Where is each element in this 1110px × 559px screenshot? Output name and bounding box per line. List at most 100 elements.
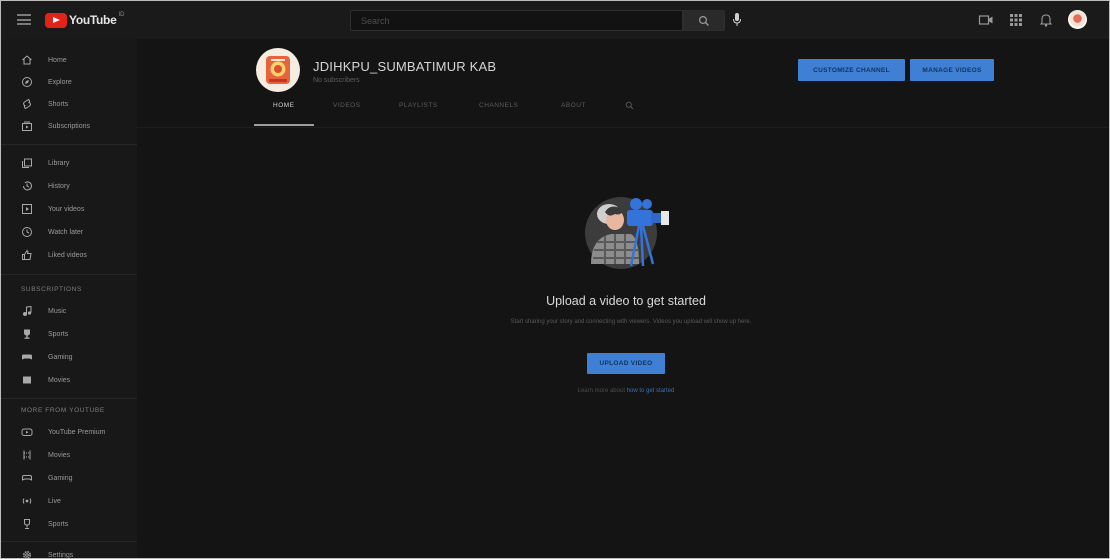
subscriber-count: No subscribers (313, 77, 360, 84)
sidebar-divider (1, 398, 137, 399)
sidebar-divider (1, 144, 137, 145)
sidebar-item-label: Library (48, 159, 70, 167)
tab-playlists[interactable]: PLAYLISTS (399, 102, 438, 109)
header-divider (137, 127, 1109, 128)
sidebar-item-more-movies[interactable]: Movies (1, 444, 137, 466)
sidebar-item-label: Music (48, 307, 67, 315)
sidebar-item-label: Settings (48, 551, 74, 559)
live-icon (22, 498, 32, 504)
youtube-play-icon (45, 12, 67, 28)
sidebar-item-more-sports[interactable]: Sports (1, 513, 137, 535)
sidebar-item-label: Subscriptions (48, 122, 91, 130)
movies-icon (23, 376, 31, 384)
sidebar-item-your-videos[interactable]: Your videos (1, 198, 137, 220)
sidebar-item-music[interactable]: Music (1, 300, 137, 322)
sidebar-item-label: Explore (48, 78, 72, 86)
sidebar-item-label: Home (48, 56, 67, 64)
music-icon (23, 305, 32, 316)
sidebar-item-subscriptions[interactable]: Subscriptions (1, 115, 137, 137)
subscriptions-icon (22, 121, 32, 131)
account-avatar[interactable] (1068, 10, 1087, 29)
subscriptions-heading: SUBSCRIPTIONS (21, 286, 82, 293)
search-button[interactable] (683, 10, 725, 31)
apps-grid-icon[interactable] (1008, 12, 1024, 28)
sidebar-item-settings[interactable]: Settings (1, 544, 137, 559)
sidebar-item-movies[interactable]: Movies (1, 369, 137, 391)
create-video-icon[interactable] (978, 12, 994, 28)
sidebar-item-label: Watch later (48, 228, 84, 236)
empty-state-description: Start sharing your story and connecting … (510, 319, 752, 325)
controller-icon (22, 475, 32, 481)
manage-videos-button[interactable]: MANAGE VIDEOS (910, 59, 994, 81)
learn-more-prefix: Learn more about (577, 388, 627, 394)
channel-avatar[interactable] (256, 48, 300, 92)
sidebar-item-label: Movies (48, 451, 71, 459)
home-icon (22, 55, 32, 65)
sports-icon (24, 329, 30, 339)
sidebar-item-live[interactable]: Live (1, 490, 137, 512)
sidebar-divider (1, 541, 137, 542)
menu-icon[interactable] (17, 14, 31, 25)
youtube-window: YouTube ID Search Home Explore Shorts Su… (0, 0, 1110, 559)
more-from-youtube-heading: MORE FROM YOUTUBE (21, 407, 105, 414)
history-icon (23, 181, 32, 191)
customize-channel-button[interactable]: CUSTOMIZE CHANNEL (798, 59, 905, 81)
channel-search-icon[interactable] (625, 101, 634, 110)
clock-icon (22, 227, 32, 237)
tab-about[interactable]: ABOUT (561, 102, 586, 109)
sidebar-item-liked-videos[interactable]: Liked videos (1, 244, 137, 266)
premium-icon (21, 428, 33, 436)
film-icon (23, 450, 31, 460)
sidebar-item-label: YouTube Premium (48, 428, 106, 436)
sidebar-item-label: Shorts (48, 100, 69, 108)
sidebar: Home Explore Shorts Subscriptions Librar… (1, 39, 137, 559)
sidebar-item-label: Sports (48, 330, 69, 338)
upload-video-button[interactable]: UPLOAD VIDEO (587, 353, 665, 374)
sidebar-item-label: Live (48, 497, 61, 505)
thumbs-up-icon (22, 249, 32, 260)
camera-operator-illustration (585, 197, 669, 269)
sidebar-item-shorts[interactable]: Shorts (1, 93, 137, 115)
logo-country-code: ID (118, 12, 125, 18)
sidebar-item-youtube-premium[interactable]: YouTube Premium (1, 421, 137, 443)
search-input[interactable] (350, 10, 683, 31)
sidebar-item-label: Gaming (48, 353, 73, 361)
sidebar-item-label: Movies (48, 376, 71, 384)
your-videos-icon (22, 204, 32, 214)
sidebar-item-label: History (48, 182, 70, 190)
sidebar-item-label: Liked videos (48, 251, 87, 259)
top-bar: YouTube ID (1, 1, 1109, 39)
trophy-icon (24, 519, 30, 529)
channel-logo-icon (266, 56, 290, 84)
sidebar-item-label: Your videos (48, 205, 85, 213)
sidebar-item-more-gaming[interactable]: Gaming (1, 467, 137, 489)
sidebar-item-explore[interactable]: Explore (1, 71, 137, 93)
library-icon (22, 158, 32, 168)
learn-more-text: Learn more about how to get started (521, 388, 731, 394)
sidebar-item-watch-later[interactable]: Watch later (1, 221, 137, 243)
sidebar-item-history[interactable]: History (1, 175, 137, 197)
youtube-logo[interactable]: YouTube ID (45, 12, 124, 28)
logo-text: YouTube (69, 13, 117, 27)
sidebar-item-label: Sports (48, 520, 69, 528)
sidebar-item-sports[interactable]: Sports (1, 323, 137, 345)
tab-videos[interactable]: VIDEOS (333, 102, 361, 109)
tab-home[interactable]: HOME (273, 102, 295, 109)
sidebar-item-gaming[interactable]: Gaming (1, 346, 137, 368)
compass-icon (22, 77, 32, 87)
empty-state-title: Upload a video to get started (546, 294, 706, 308)
sidebar-item-library[interactable]: Library (1, 152, 137, 174)
tab-channels[interactable]: CHANNELS (479, 102, 518, 109)
gaming-icon (22, 354, 32, 360)
active-tab-indicator (254, 124, 314, 126)
channel-name: JDIHKPU_SUMBATIMUR KAB (313, 59, 497, 74)
shorts-icon (23, 98, 31, 110)
microphone-icon[interactable] (732, 12, 742, 28)
how-to-get-started-link[interactable]: how to get started (627, 388, 675, 394)
sidebar-item-label: Gaming (48, 474, 73, 482)
gear-icon (23, 551, 31, 558)
sidebar-item-home[interactable]: Home (1, 49, 137, 71)
notifications-bell-icon[interactable] (1038, 12, 1054, 28)
search-icon (698, 15, 709, 26)
top-right-actions (978, 10, 1087, 29)
